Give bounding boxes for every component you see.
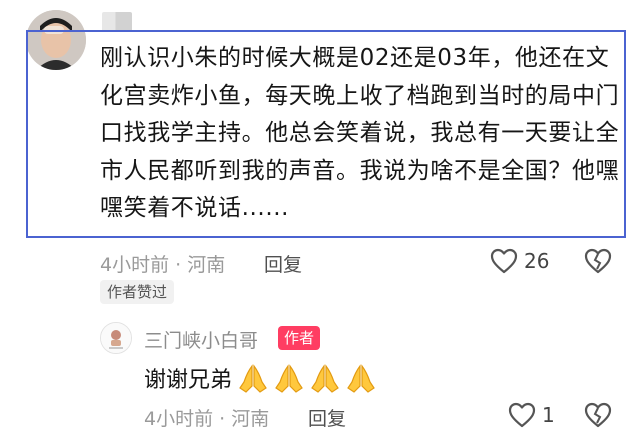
comment-text: 刚认识小朱的时候大概是02还是03年，他还在文化宫卖炸小鱼，每天晚上收了档跑到当… (100, 45, 620, 221)
broken-heart-icon[interactable] (584, 402, 612, 428)
author-tag: 作者 (278, 326, 321, 350)
reply-reply-button[interactable]: 回复 (308, 404, 346, 431)
comment-reply-button[interactable]: 回复 (264, 250, 302, 277)
author-liked-badge: 作者赞过 (100, 280, 175, 304)
folded-hands-icon (347, 364, 375, 393)
comment-time-location: 4小时前 · 河南 (100, 254, 226, 276)
reply-like-button[interactable]: 1 (508, 402, 555, 428)
heart-icon (508, 402, 536, 428)
folded-hands-icon (311, 364, 339, 393)
reply-time-location: 4小时前 · 河南 (144, 408, 270, 430)
reply-text-row: 谢谢兄弟 (144, 362, 378, 394)
heart-icon (490, 248, 518, 274)
comment-like-count: 26 (524, 249, 550, 273)
commenter-username-blurred (102, 12, 132, 32)
comment-like-button[interactable]: 26 (490, 248, 549, 274)
reply-username[interactable]: 三门峡小白哥 (144, 326, 258, 353)
emoji-row (236, 362, 378, 394)
broken-heart-icon[interactable] (584, 248, 612, 274)
reply-text: 谢谢兄弟 (144, 368, 233, 393)
reply-avatar[interactable] (100, 322, 132, 354)
folded-hands-icon (275, 364, 303, 393)
reply-like-count: 1 (542, 403, 555, 427)
folded-hands-icon (239, 364, 267, 393)
